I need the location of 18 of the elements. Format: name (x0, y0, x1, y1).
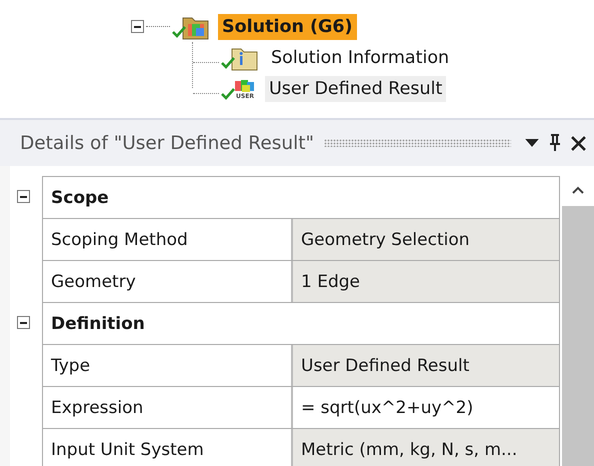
collapse-toggle[interactable] (131, 20, 144, 33)
close-icon[interactable] (571, 136, 586, 150)
section-header[interactable]: Definition (42, 302, 560, 344)
tree-item[interactable]: Solution Information (267, 44, 454, 70)
property-value[interactable]: Metric (mm, kg, N, s, m... (293, 429, 560, 466)
dropdown-icon[interactable] (525, 138, 539, 148)
panel-title: Details of "User Defined Result" (20, 132, 314, 154)
property-value[interactable]: User Defined Result (293, 345, 560, 386)
collapse-toggle[interactable] (17, 190, 30, 203)
property-value[interactable]: 1 Edge (293, 261, 560, 302)
collapse-toggle[interactable] (17, 316, 30, 329)
drag-grip[interactable] (324, 139, 511, 147)
tree-item[interactable]: User Defined Result (265, 76, 446, 102)
section-header[interactable]: Scope (42, 176, 560, 218)
scroll-up-icon[interactable] (572, 186, 584, 194)
tree-item[interactable]: Solution (G6) (218, 14, 357, 40)
pin-icon[interactable] (549, 134, 561, 152)
property-value[interactable]: Geometry Selection (293, 219, 560, 260)
